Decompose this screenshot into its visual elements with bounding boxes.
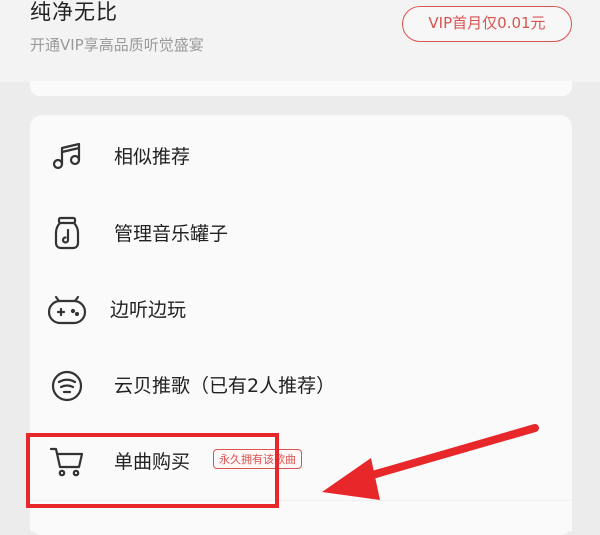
- music-notes-icon: [48, 137, 86, 175]
- menu-item-music-jar[interactable]: 管理音乐罐子: [30, 200, 572, 262]
- permanent-own-badge: 永久拥有该歌曲: [213, 449, 302, 469]
- menu-item-cloud-shell[interactable]: 云贝推歌（已有2人推荐）: [30, 352, 572, 414]
- menu-item-label: 相似推荐: [114, 146, 191, 168]
- gamepad-icon: [46, 290, 87, 328]
- menu-item-label: 管理音乐罐子: [114, 223, 229, 245]
- menu-item-play-games[interactable]: 边听边玩: [30, 276, 572, 338]
- vip-subtitle: 开通VIP享高品质听觉盛宴: [30, 36, 204, 54]
- cart-icon: [48, 442, 86, 480]
- song-title: 纯净无比: [30, 0, 118, 24]
- collapsed-card-strip: [30, 81, 572, 96]
- cloud-shell-icon: [48, 366, 86, 404]
- song-menu-card: 相似推荐 管理音乐罐子 边听边玩 云贝推歌（已有2人推荐） 单曲购买 永久拥有该…: [30, 115, 572, 535]
- vip-offer-button[interactable]: VIP首月仅0.01元: [402, 6, 572, 42]
- vip-promo-header: 纯净无比 开通VIP享高品质听觉盛宴 VIP首月仅0.01元: [0, 0, 600, 82]
- menu-item-label: 云贝推歌（已有2人推荐）: [114, 375, 336, 397]
- next-menu-item-peek: [30, 500, 572, 531]
- music-jar-icon: [48, 214, 86, 252]
- menu-item-similar[interactable]: 相似推荐: [30, 123, 572, 185]
- menu-item-label: 单曲购买: [114, 451, 191, 473]
- menu-item-label: 边听边玩: [110, 299, 187, 321]
